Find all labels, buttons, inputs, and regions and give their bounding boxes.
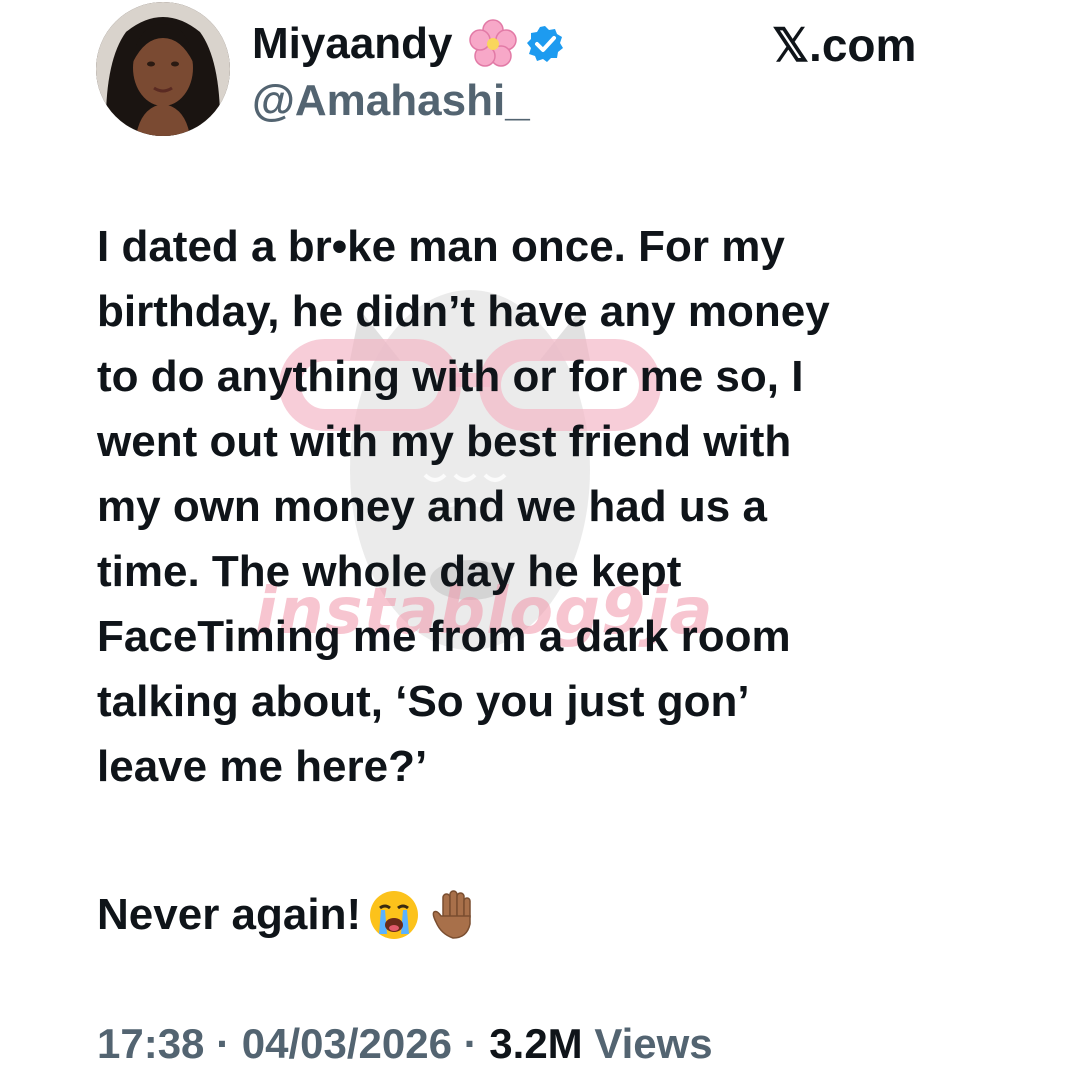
author-display-name[interactable]: Miyaandy	[252, 19, 453, 69]
meta-separator: ·	[451, 1020, 490, 1067]
tweet-date[interactable]: 04/03/2026	[242, 1020, 452, 1067]
avatar[interactable]	[96, 2, 230, 136]
views-count: 3.2M	[489, 1020, 583, 1067]
raised-hand-icon	[427, 888, 481, 942]
tweet-line: went out with my best friend with	[97, 417, 792, 466]
tweet-line: my own money and we had us a	[97, 482, 767, 531]
loudly-crying-face-icon	[367, 888, 421, 942]
tweet-closing-text: Never again!	[97, 890, 362, 939]
tweet-time[interactable]: 17:38	[97, 1020, 204, 1067]
verified-badge-icon[interactable]	[525, 24, 565, 64]
author-handle[interactable]: @Amahashi_	[252, 76, 530, 126]
tweet-line: to do anything with or for me so, I	[97, 352, 804, 401]
tweet-line: leave me here?’	[97, 742, 428, 791]
views-label: Views	[594, 1020, 713, 1067]
tweet-closing-line: Never again!	[97, 888, 481, 942]
tweet-line: FaceTiming me from a dark room	[97, 612, 791, 661]
meta-separator: ·	[204, 1020, 242, 1067]
tweet-line: birthday, he didn’t have any money	[97, 287, 830, 336]
tweet-line: talking about, ‘So you just gon’	[97, 677, 750, 726]
tweet-text: I dated a br•ke man once. For my birthda…	[97, 214, 1017, 799]
cherry-blossom-icon	[467, 18, 519, 70]
site-label: 𝕏.com	[772, 19, 917, 71]
tweet-line: I dated a br•ke man once. For my	[97, 222, 785, 271]
tweet-line: time. The whole day he kept	[97, 547, 682, 596]
avatar-image	[96, 2, 230, 136]
tweet-meta: 17:38 · 04/03/2026 · 3.2M Views	[97, 1020, 713, 1068]
author-display-name-row[interactable]: Miyaandy	[252, 18, 565, 70]
